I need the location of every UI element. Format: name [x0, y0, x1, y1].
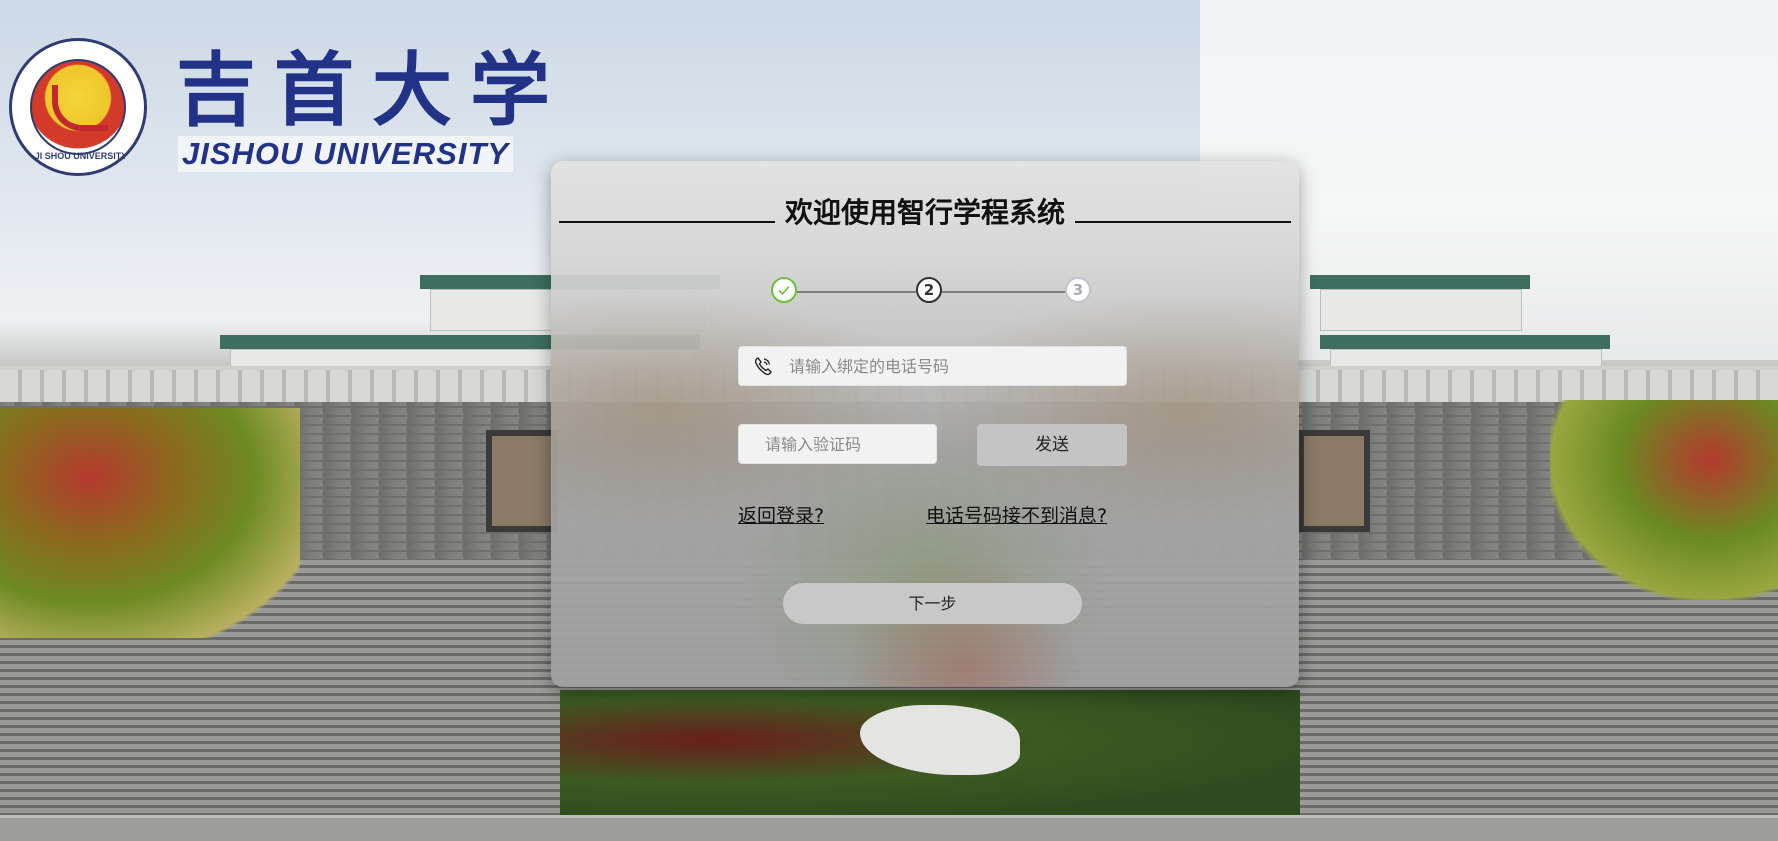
back-to-login-link[interactable]: 返回登录?: [738, 501, 824, 528]
phone-input[interactable]: [787, 347, 1117, 385]
verification-code-input[interactable]: [763, 425, 933, 463]
code-field[interactable]: [738, 424, 937, 464]
login-card: 欢迎使用智行学程系统 2 3 发送 返回登录? 电话号码接不到消息? 下一步: [551, 161, 1299, 687]
step-3: 3: [1065, 277, 1091, 303]
right-plaque: [1298, 430, 1370, 532]
right-garden: [1550, 400, 1778, 600]
seal-text: JI SHOU UNIVERSITY: [34, 151, 128, 161]
university-seal-icon: JI SHOU UNIVERSITY: [9, 38, 147, 176]
step-connector-1: [797, 291, 916, 293]
left-plaque: [486, 430, 558, 532]
send-code-button[interactable]: 发送: [977, 424, 1127, 466]
phone-no-message-link[interactable]: 电话号码接不到消息?: [926, 501, 1107, 528]
card-title: 欢迎使用智行学程系统: [785, 196, 1066, 229]
card-title-row: 欢迎使用智行学程系统: [559, 191, 1292, 231]
next-step-button[interactable]: 下一步: [783, 583, 1082, 624]
step-1-check-icon: [771, 277, 797, 303]
phone-field[interactable]: [738, 346, 1127, 386]
step-2: 2: [916, 277, 942, 303]
progress-steps: 2 3: [771, 277, 1091, 307]
title-left-line: [559, 221, 775, 223]
university-name-english: JISHOU UNIVERSITY: [178, 136, 514, 172]
university-name-chinese: 吉首大学: [176, 43, 568, 137]
title-right-line: [1075, 221, 1292, 223]
ground: [0, 815, 1778, 841]
left-garden: [0, 408, 300, 638]
step-connector-2: [942, 291, 1065, 293]
phone-icon: [753, 355, 773, 377]
